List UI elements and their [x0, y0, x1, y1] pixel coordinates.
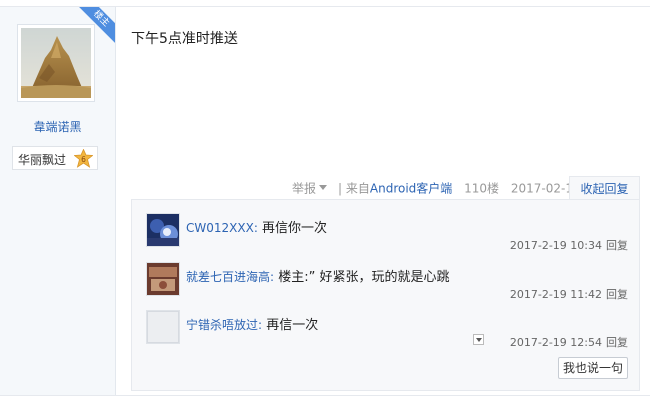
comment-item: CW012XXX: 再信你一次 2017-2-19 10:34 回复 — [132, 213, 641, 261]
comment-footer: 2017-2-19 10:34 回复 — [510, 237, 628, 253]
source-prefix: 来自 — [345, 181, 370, 196]
comment-list: CW012XXX: 再信你一次 2017-2-19 10:34 回复 就差七百进海… — [131, 199, 640, 391]
add-comment-button[interactable]: 我也说一句 — [558, 357, 628, 379]
comment-body: 宁错杀唔放过: 再信一次 — [186, 318, 319, 333]
level-number: 6 — [81, 155, 86, 164]
bottom-divider — [0, 395, 650, 396]
comment-body: CW012XXX: 再信你一次 — [186, 221, 328, 236]
caret-down-icon[interactable] — [319, 185, 328, 190]
author-avatar[interactable] — [17, 24, 95, 102]
comment-time: 2017-2-19 12:54 — [509, 336, 602, 349]
star-badge-icon: 6 — [73, 148, 94, 168]
comment-time: 2017-2-19 11:42 — [509, 288, 602, 301]
reply-link[interactable]: 回复 — [606, 336, 628, 349]
commenter-avatar[interactable] — [146, 310, 180, 344]
reply-link[interactable]: 回复 — [606, 239, 628, 252]
comment-item: 就差七百进海高: 楼主:” 好紧张，玩的就是心跳 2017-2-19 11:42… — [132, 262, 641, 310]
meta-separator: | — [338, 181, 343, 196]
comment-body: 就差七百进海高: 楼主:” 好紧张，玩的就是心跳 — [186, 270, 450, 285]
comment-text: 楼主:” 好紧张，玩的就是心跳 — [278, 270, 450, 285]
source-link[interactable]: Android客户端 — [370, 182, 452, 196]
author-level-box: 华丽飘过 6 — [12, 146, 98, 170]
comment-item: 宁错杀唔放过: 再信一次 2017-2-19 12:54 回复 — [132, 310, 641, 358]
comment-text: 再信一次 — [266, 318, 319, 333]
commenter-avatar[interactable] — [146, 213, 180, 247]
comment-text: 再信你一次 — [262, 221, 328, 236]
commenter-name[interactable]: CW012XXX — [186, 221, 254, 235]
comment-footer: 2017-2-19 12:54 回复 — [510, 334, 628, 350]
comment-time: 2017-2-19 10:34 — [509, 239, 602, 252]
post-content: 下午5点准时推送 — [131, 31, 238, 47]
reply-link[interactable]: 回复 — [606, 288, 628, 301]
level-title: 华丽飘过 — [18, 153, 67, 167]
author-name[interactable]: 韋端诺黑 — [0, 118, 115, 135]
author-avatar-image[interactable] — [21, 28, 91, 98]
floor-number: 110楼 — [464, 181, 500, 196]
dropdown-arrow-icon[interactable] — [473, 334, 484, 345]
commenter-name[interactable]: 宁错杀唔放过 — [186, 318, 258, 332]
comment-footer: 2017-2-19 11:42 回复 — [510, 286, 628, 302]
collapse-replies-button[interactable]: 收起回复 — [569, 176, 640, 200]
report-link[interactable]: 举报 — [292, 182, 316, 196]
commenter-name[interactable]: 就差七百进海高 — [186, 270, 270, 284]
commenter-avatar[interactable] — [146, 262, 180, 296]
